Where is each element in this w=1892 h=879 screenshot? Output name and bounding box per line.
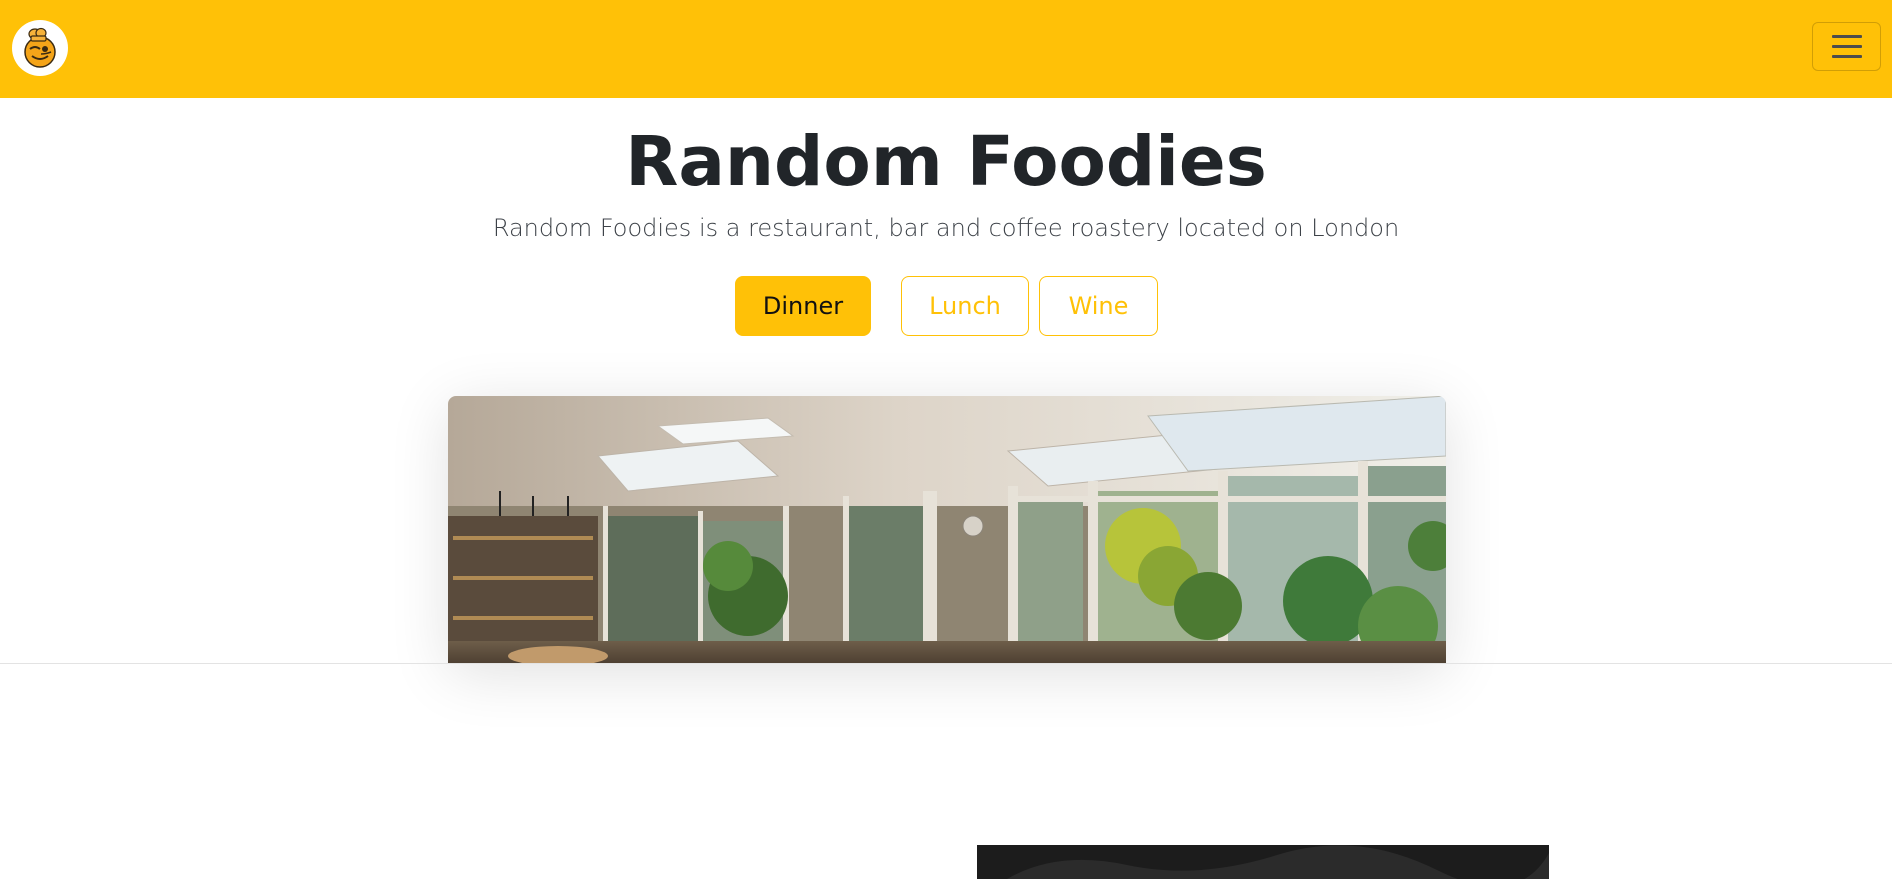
section-divider xyxy=(0,663,1892,664)
tab-lunch[interactable]: Lunch xyxy=(901,276,1029,336)
page-lead: Random Foodies is a restaurant, bar and … xyxy=(492,214,1400,242)
dark-photo-graphic xyxy=(977,845,1549,879)
brand-logo[interactable] xyxy=(12,20,68,76)
chef-logo-icon xyxy=(24,27,56,68)
tab-dinner[interactable]: Dinner xyxy=(735,276,871,336)
menu-tabs: Dinner Lunch Wine xyxy=(0,276,1892,336)
navbar xyxy=(0,0,1892,98)
restaurant-interior-image xyxy=(448,396,1446,664)
tab-wine[interactable]: Wine xyxy=(1039,276,1158,336)
page-title: Random Foodies xyxy=(625,122,1267,202)
dark-photo-image xyxy=(977,845,1549,879)
hamburger-menu-icon xyxy=(1831,31,1862,61)
navbar-toggle-button[interactable] xyxy=(1812,22,1881,71)
restaurant-image-card xyxy=(448,396,1446,664)
